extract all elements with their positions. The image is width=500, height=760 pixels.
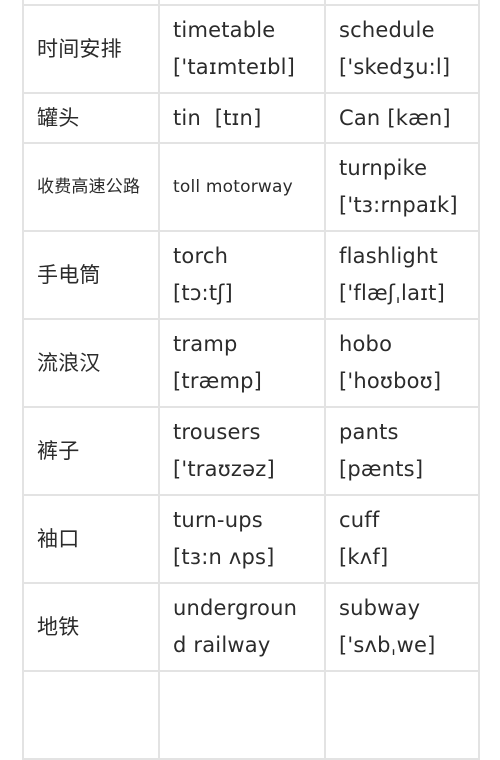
american-term-cell: flashlight ['flæʃˌlaɪt] — [324, 230, 480, 320]
chinese-term-cell: 地铁 — [22, 582, 160, 672]
british-word: turn-ups — [173, 508, 263, 532]
table-row: 流浪汉 tramp [træmp] hobo ['hoʊboʊ] — [22, 318, 480, 408]
british-word: timetable — [173, 18, 276, 42]
british-term-cell — [158, 670, 326, 760]
british-phonetic: ['taɪmteɪbl] — [173, 55, 296, 79]
vocabulary-table-container: 时间安排 timetable ['taɪmteɪbl] schedule ['s… — [22, 0, 480, 760]
british-american-vocabulary-table: 时间安排 timetable ['taɪmteɪbl] schedule ['s… — [22, 0, 480, 760]
table-row: 收费高速公路 toll motorway turnpike ['tɜ:rnpaɪ… — [22, 142, 480, 232]
american-word: pants — [339, 420, 399, 444]
table-row: 手电筒 torch [tɔ:tʃ] flashlight ['flæʃˌlaɪt… — [22, 230, 480, 320]
american-term-cell — [324, 670, 480, 760]
american-word: cuff — [339, 508, 380, 532]
british-phonetic: [tɔ:tʃ] — [173, 281, 233, 305]
chinese-term-cell: 裤子 — [22, 406, 160, 496]
british-word: trousers — [173, 420, 261, 444]
british-word-part2: d railway — [173, 633, 271, 657]
american-phonetic: [kʌf] — [339, 545, 389, 569]
british-phonetic: ['traʊzəz] — [173, 457, 275, 481]
british-term-cell: undergroun d railway — [158, 582, 326, 672]
american-phonetic: ['flæʃˌlaɪt] — [339, 281, 445, 305]
chinese-term-cell: 流浪汉 — [22, 318, 160, 408]
british-word: tramp — [173, 332, 238, 356]
american-phonetic: ['hoʊboʊ] — [339, 369, 442, 393]
british-term-cell: turn-ups [tɜ:n ʌps] — [158, 494, 326, 584]
chinese-term-cell — [22, 670, 160, 760]
american-phonetic: ['skedʒu:l] — [339, 55, 451, 79]
american-term-cell: cuff [kʌf] — [324, 494, 480, 584]
british-word-part1: undergroun — [173, 596, 298, 620]
american-term-cell: turnpike ['tɜ:rnpaɪk] — [324, 142, 480, 232]
british-word: toll motorway — [173, 176, 293, 197]
american-term-cell: schedule ['skedʒu:l] — [324, 4, 480, 94]
american-phonetic: [pænts] — [339, 457, 424, 481]
british-term-cell: tramp [træmp] — [158, 318, 326, 408]
british-phonetic: [tɜ:n ʌps] — [173, 545, 275, 569]
chinese-term-cell: 收费高速公路 — [22, 142, 160, 232]
chinese-term-cell: 罐头 — [22, 92, 160, 144]
american-phonetic: ['sʌbˌwe] — [339, 633, 436, 657]
chinese-term-cell: 手电筒 — [22, 230, 160, 320]
american-word: flashlight — [339, 244, 438, 268]
american-term-cell: pants [pænts] — [324, 406, 480, 496]
american-word: schedule — [339, 18, 435, 42]
american-word: hobo — [339, 332, 393, 356]
american-term-cell: hobo ['hoʊboʊ] — [324, 318, 480, 408]
table-row: 地铁 undergroun d railway subway ['sʌbˌwe] — [22, 582, 480, 672]
british-term-cell: timetable ['taɪmteɪbl] — [158, 4, 326, 94]
american-term-cell: Can [kæn] — [324, 92, 480, 144]
chinese-term-cell: 时间安排 — [22, 4, 160, 94]
chinese-term-cell: 袖口 — [22, 494, 160, 584]
table-row: 时间安排 timetable ['taɪmteɪbl] schedule ['s… — [22, 4, 480, 94]
table-row — [22, 670, 480, 760]
british-word: tin [tɪn] — [173, 105, 262, 130]
british-phonetic: [træmp] — [173, 369, 263, 393]
american-word: subway — [339, 596, 421, 620]
american-word: Can [kæn] — [339, 105, 451, 130]
american-term-cell: subway ['sʌbˌwe] — [324, 582, 480, 672]
british-word: torch — [173, 244, 229, 268]
american-phonetic: ['tɜ:rnpaɪk] — [339, 193, 458, 217]
british-term-cell: torch [tɔ:tʃ] — [158, 230, 326, 320]
british-term-cell: tin [tɪn] — [158, 92, 326, 144]
table-row: 袖口 turn-ups [tɜ:n ʌps] cuff [kʌf] — [22, 494, 480, 584]
american-word: turnpike — [339, 156, 428, 180]
british-term-cell: toll motorway — [158, 142, 326, 232]
british-term-cell: trousers ['traʊzəz] — [158, 406, 326, 496]
table-row: 罐头 tin [tɪn] Can [kæn] — [22, 92, 480, 144]
table-row: 裤子 trousers ['traʊzəz] pants [pænts] — [22, 406, 480, 496]
